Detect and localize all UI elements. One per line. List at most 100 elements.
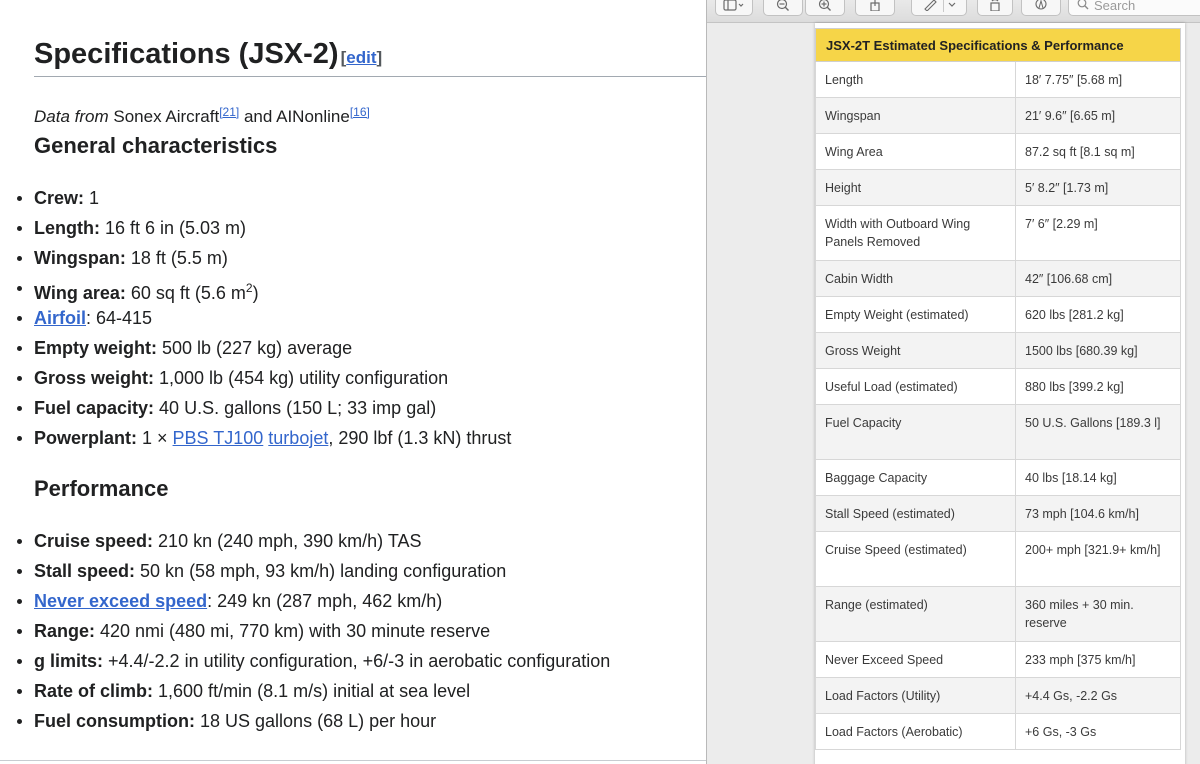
table-row: Stall Speed (estimated) 73 mph [104.6 km/… [815, 495, 1181, 532]
spec-value: 200+ mph [321.9+ km/h] [1015, 531, 1181, 587]
pdf-viewer-window: Search JSX-2T Estimated Specifications &… [706, 0, 1200, 764]
spec-label: Wingspan: [34, 248, 126, 268]
search-field[interactable]: Search [1068, 0, 1200, 16]
spec-value: 40 lbs [18.14 kg] [1015, 459, 1181, 496]
search-icon [1077, 0, 1089, 10]
spec-value: 60 sq ft (5.6 m [125, 283, 246, 303]
pen-circle-icon [1035, 0, 1047, 10]
table-row: Useful Load (estimated) 880 lbs [399.2 kg… [815, 368, 1181, 405]
spec-value: 420 nmi (480 mi, 770 km) with 30 minute … [95, 621, 491, 641]
turbojet-link[interactable]: turbojet [268, 428, 328, 448]
list-item-rate-of-climb: Rate of climb: 1,600 ft/min (8.1 m/s) in… [0, 676, 706, 706]
data-source-line: Data from Sonex Aircraft[21] and AINonli… [34, 100, 370, 129]
spec-value: 42″ [106.68 cm] [1015, 260, 1181, 297]
chevron-down-icon [948, 2, 955, 7]
list-item-crew: Crew: 1 [0, 183, 706, 213]
list-item-range: Range: 420 nmi (480 mi, 770 km) with 30 … [0, 616, 706, 646]
table-row: Cabin Width 42″ [106.68 cm] [815, 260, 1181, 297]
spec-name: Load Factors (Aerobatic) [815, 713, 1016, 750]
list-item-fuel-consumption: Fuel consumption: 18 US gallons (68 L) p… [0, 706, 706, 736]
spec-value: 40 U.S. gallons (150 L; 33 imp gal) [154, 398, 437, 418]
table-header-row: JSX-2T Estimated Specifications & Perfor… [815, 28, 1181, 62]
spec-value: 50 kn (58 mph, 93 km/h) landing configur… [135, 561, 507, 581]
spec-value: 18′ 7.75″ [5.68 m] [1015, 61, 1181, 98]
zoom-in-button[interactable] [805, 0, 845, 16]
spec-name: Never Exceed Speed [815, 641, 1016, 678]
spec-value: 500 lb (227 kg) average [157, 338, 353, 358]
spec-name: Length [815, 61, 1016, 98]
list-item-stall-speed: Stall speed: 50 kn (58 mph, 93 km/h) lan… [0, 556, 706, 586]
spec-value: : 249 kn (287 mph, 462 km/h) [207, 591, 443, 611]
pbs-tj100-link[interactable]: PBS TJ100 [173, 428, 264, 448]
spec-value: 21′ 9.6″ [6.65 m] [1015, 97, 1181, 134]
table-row: Range (estimated) 360 miles + 30 min. res… [815, 586, 1181, 642]
list-item-wingspan: Wingspan: 18 ft (5.5 m) [0, 243, 706, 273]
sidebar-toggle-button[interactable] [715, 0, 753, 16]
edit-link[interactable]: edit [346, 48, 376, 67]
spec-label: Powerplant: [34, 428, 138, 448]
spec-value: +4.4/-2.2 in utility configuration, +6/-… [103, 651, 611, 671]
zoom-out-button[interactable] [763, 0, 803, 16]
spec-label: Length: [34, 218, 100, 238]
ref-21-link[interactable]: [21] [219, 105, 239, 119]
spec-value: 5′ 8.2″ [1.73 m] [1015, 169, 1181, 206]
spec-value: 1,600 ft/min (8.1 m/s) initial at sea le… [153, 681, 471, 701]
spec-table: JSX-2T Estimated Specifications & Perfor… [815, 28, 1181, 750]
spec-value-tail: , 290 lbf (1.3 kN) thrust [328, 428, 512, 448]
spec-value: 50 U.S. Gallons [189.3 l] [1015, 404, 1181, 460]
source-and: and [243, 107, 273, 126]
spec-label: Crew: [34, 188, 85, 208]
airfoil-link[interactable]: Airfoil [34, 308, 86, 328]
never-exceed-speed-link[interactable]: Never exceed speed [34, 591, 207, 611]
share-icon [870, 0, 880, 11]
list-item-cruise-speed: Cruise speed: 210 kn (240 mph, 390 km/h)… [0, 526, 706, 556]
spec-name: Load Factors (Utility) [815, 677, 1016, 714]
spec-value: 1 × [137, 428, 173, 448]
spec-label: Fuel consumption: [34, 711, 195, 731]
spec-value: +4.4 Gs, -2.2 Gs [1015, 677, 1181, 714]
share-button[interactable] [855, 0, 895, 16]
ref-16-link[interactable]: [16] [350, 105, 370, 119]
spec-name: Stall Speed (estimated) [815, 495, 1016, 532]
spec-name: Wing Area [815, 133, 1016, 170]
spec-value: 1,000 lb (454 kg) utility configuration [154, 368, 449, 388]
rotate-button[interactable] [977, 0, 1013, 16]
list-item-gross-weight: Gross weight: 1,000 lb (454 kg) utility … [0, 363, 706, 393]
spec-name: Cabin Width [815, 260, 1016, 297]
source-ainonline: AINonline [276, 107, 350, 126]
spec-name: Wingspan [815, 97, 1016, 134]
table-row: Width with Outboard Wing Panels Removed 7… [815, 205, 1181, 261]
spec-label: Range: [34, 621, 96, 641]
zoom-out-icon [776, 0, 789, 11]
markup-button[interactable] [911, 0, 967, 16]
annotate-button[interactable] [1021, 0, 1061, 16]
table-row: Length 18′ 7.75″ [5.68 m] [815, 61, 1181, 98]
table-row: Load Factors (Utility) +4.4 Gs, -2.2 Gs [815, 677, 1181, 714]
table-row: Empty Weight (estimated) 620 lbs [281.2 k… [815, 296, 1181, 333]
table-row: Fuel Capacity 50 U.S. Gallons [189.3 l] [815, 404, 1181, 460]
spec-name: Empty Weight (estimated) [815, 296, 1016, 333]
spec-label: Rate of climb: [34, 681, 154, 701]
spec-value: 360 miles + 30 min. reserve [1015, 586, 1181, 642]
performance-list: Cruise speed: 210 kn (240 mph, 390 km/h)… [0, 526, 706, 736]
table-row: Gross Weight 1500 lbs [680.39 kg] [815, 332, 1181, 369]
list-item-empty-weight: Empty weight: 500 lb (227 kg) average [0, 333, 706, 363]
spec-name: Gross Weight [815, 332, 1016, 369]
general-characteristics-heading: General characteristics [34, 133, 278, 158]
spec-name: Baggage Capacity [815, 459, 1016, 496]
list-item-wing-area: Wing area: 60 sq ft (5.6 m2) [0, 273, 706, 303]
search-placeholder: Search [1094, 0, 1136, 13]
pen-icon [923, 0, 937, 11]
source-sonex: Sonex Aircraft [113, 107, 220, 126]
spec-value-tail: ) [252, 283, 259, 303]
list-item-airfoil: Airfoil: 64-415 [0, 303, 706, 333]
rotate-icon [990, 0, 1000, 11]
edit-section: [edit] [341, 48, 383, 67]
spec-value: 880 lbs [399.2 kg] [1015, 368, 1181, 405]
spec-value: 7′ 6″ [2.29 m] [1015, 205, 1181, 261]
spec-name: Useful Load (estimated) [815, 368, 1016, 405]
spec-name: Fuel Capacity [815, 404, 1016, 460]
spec-value: 73 mph [104.6 km/h] [1015, 495, 1181, 532]
list-item-never-exceed-speed: Never exceed speed: 249 kn (287 mph, 462… [0, 586, 706, 616]
spec-label: g limits: [34, 651, 104, 671]
